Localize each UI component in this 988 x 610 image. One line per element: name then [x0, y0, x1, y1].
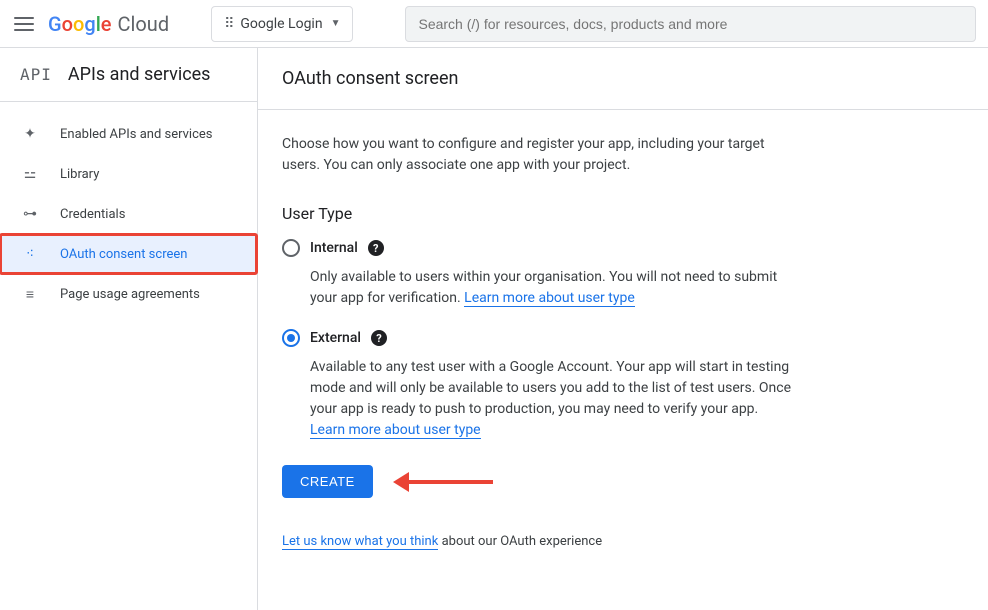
learn-more-external-link[interactable]: Learn more about user type — [310, 422, 481, 439]
search-container — [405, 6, 976, 42]
sidebar-item-library[interactable]: ⚍ Library — [0, 154, 257, 194]
key-icon: ⊶ — [20, 204, 40, 224]
main-header: OAuth consent screen — [258, 48, 988, 110]
internal-description: Only available to users within your orga… — [310, 267, 794, 309]
project-name: Google Login — [240, 16, 322, 32]
library-icon: ⚍ — [20, 164, 40, 184]
sidebar-item-label: Credentials — [60, 207, 125, 222]
help-icon[interactable]: ? — [371, 330, 387, 346]
user-type-internal: Internal ? Only available to users withi… — [282, 239, 794, 309]
radio-internal-label: Internal — [310, 240, 358, 256]
intro-text: Choose how you want to configure and reg… — [282, 134, 794, 176]
api-icon: API — [20, 65, 52, 84]
agreements-icon: ≡ — [20, 284, 40, 304]
main-panel: OAuth consent screen Choose how you want… — [258, 48, 988, 610]
sidebar-item-label: Library — [60, 167, 99, 182]
annotation-arrow — [393, 472, 493, 492]
project-icon: ⠿ — [224, 16, 232, 32]
sidebar-item-label: OAuth consent screen — [60, 247, 187, 262]
radio-external-label: External — [310, 330, 361, 346]
top-bar: Google Cloud ⠿ Google Login ▼ — [0, 0, 988, 48]
sidebar-header: API APIs and services — [0, 48, 257, 102]
sidebar-title: APIs and services — [68, 64, 211, 85]
consent-icon: ⁖ — [20, 244, 40, 264]
feedback-text: Let us know what you think about our OAu… — [282, 534, 794, 549]
menu-icon[interactable] — [12, 12, 36, 36]
chevron-down-icon: ▼ — [331, 18, 341, 29]
user-type-external: External ? Available to any test user wi… — [282, 329, 794, 441]
sidebar-item-credentials[interactable]: ⊶ Credentials — [0, 194, 257, 234]
sidebar-item-oauth-consent[interactable]: ⁖ OAuth consent screen — [0, 234, 257, 274]
learn-more-internal-link[interactable]: Learn more about user type — [464, 290, 635, 307]
user-type-heading: User Type — [282, 204, 794, 223]
google-cloud-logo[interactable]: Google Cloud — [48, 12, 169, 36]
radio-external[interactable] — [282, 329, 300, 347]
sidebar: API APIs and services ✦ Enabled APIs and… — [0, 48, 258, 610]
sidebar-item-label: Page usage agreements — [60, 287, 200, 302]
radio-internal[interactable] — [282, 239, 300, 257]
sidebar-item-page-usage[interactable]: ≡ Page usage agreements — [0, 274, 257, 314]
page-title: OAuth consent screen — [282, 68, 964, 89]
project-picker[interactable]: ⠿ Google Login ▼ — [211, 6, 353, 42]
sidebar-item-label: Enabled APIs and services — [60, 127, 213, 142]
external-description: Available to any test user with a Google… — [310, 357, 794, 441]
search-input[interactable] — [405, 6, 976, 42]
feedback-link[interactable]: Let us know what you think — [282, 534, 438, 550]
sidebar-item-enabled-apis[interactable]: ✦ Enabled APIs and services — [0, 114, 257, 154]
help-icon[interactable]: ? — [368, 240, 384, 256]
diamond-icon: ✦ — [20, 124, 40, 144]
create-button[interactable]: CREATE — [282, 465, 373, 498]
